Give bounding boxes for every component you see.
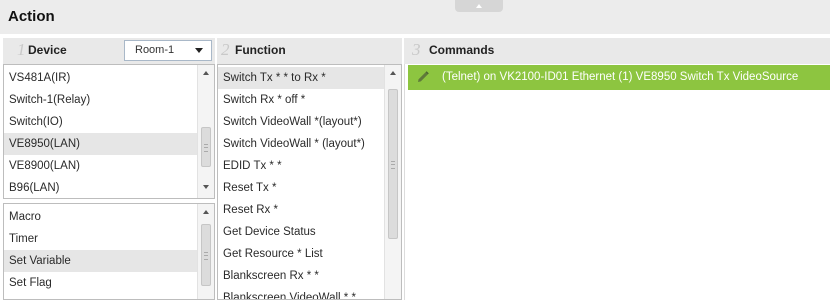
command-text: (Telnet) on VK2100-ID01 Ethernet (1) VE8…	[442, 71, 799, 83]
function-item[interactable]: Switch VideoWall *(layout*)	[218, 111, 386, 133]
scroll-thumb[interactable]	[201, 127, 211, 167]
function-item[interactable]: Blankscreen VideoWall * *	[218, 287, 386, 299]
function-item[interactable]: Reset Tx *	[218, 177, 386, 199]
collapse-grip[interactable]	[455, 0, 503, 12]
function-header: 2 Function	[217, 38, 402, 64]
action-list-scrollbar[interactable]	[197, 204, 214, 299]
device-list-scrollbar[interactable]	[197, 65, 214, 198]
commands-header-label: Commands	[429, 43, 495, 57]
step-number-commands: 3	[412, 40, 421, 59]
device-item[interactable]: Switch-1(Relay)	[4, 89, 199, 111]
device-item-selected[interactable]: VE8950(LAN)	[4, 133, 199, 155]
device-header: 1 Device Room-1	[3, 38, 215, 64]
commands-list: (Telnet) on VK2100-ID01 Ethernet (1) VE8…	[404, 64, 830, 300]
step-number-function: 2	[221, 40, 230, 59]
function-list-scrollbar[interactable]	[384, 65, 401, 299]
function-item[interactable]: Reset Rx *	[218, 199, 386, 221]
device-header-label: Device	[28, 43, 67, 57]
function-item[interactable]: Switch VideoWall * (layout*)	[218, 133, 386, 155]
scroll-thumb[interactable]	[388, 89, 398, 239]
action-type-item-selected[interactable]: Set Variable	[4, 250, 199, 272]
function-item[interactable]: EDID Tx * *	[218, 155, 386, 177]
command-row-selected[interactable]: (Telnet) on VK2100-ID01 Ethernet (1) VE8…	[408, 65, 830, 90]
step-number-device: 1	[17, 40, 26, 59]
scroll-down-icon[interactable]	[203, 185, 209, 189]
device-item[interactable]: VS481A(IR)	[4, 67, 199, 89]
scroll-thumb[interactable]	[201, 224, 211, 286]
title-bar: Action	[0, 0, 830, 34]
device-item[interactable]: Switch(IO)	[4, 111, 199, 133]
device-item[interactable]: B96(LAN)	[4, 177, 199, 198]
action-type-item[interactable]: Set Flag	[4, 272, 199, 294]
commands-header: 3 Commands	[404, 38, 830, 64]
scroll-up-icon[interactable]	[203, 71, 209, 75]
window-title: Action	[8, 8, 55, 25]
scroll-up-icon[interactable]	[390, 71, 396, 75]
action-type-item[interactable]: Timer	[4, 228, 199, 250]
chevron-down-icon	[195, 48, 203, 53]
function-item-selected[interactable]: Switch Tx * * to Rx *	[218, 67, 386, 89]
function-list: Switch Tx * * to Rx * Switch Rx * off * …	[217, 64, 402, 300]
device-list: VS481A(IR) Switch-1(Relay) Switch(IO) VE…	[3, 64, 215, 199]
action-type-list: Macro Timer Set Variable Set Flag	[3, 203, 215, 300]
device-item[interactable]: VE8900(LAN)	[4, 155, 199, 177]
scroll-up-icon[interactable]	[203, 210, 209, 214]
action-type-item[interactable]: Macro	[4, 206, 199, 228]
function-header-label: Function	[235, 43, 286, 57]
function-item[interactable]: Get Resource * List	[218, 243, 386, 265]
function-item[interactable]: Blankscreen Rx * *	[218, 265, 386, 287]
pencil-icon[interactable]	[417, 71, 429, 83]
room-select-value: Room-1	[135, 44, 175, 56]
room-select[interactable]: Room-1	[124, 40, 212, 61]
function-item[interactable]: Switch Rx * off *	[218, 89, 386, 111]
function-item[interactable]: Get Device Status	[218, 221, 386, 243]
